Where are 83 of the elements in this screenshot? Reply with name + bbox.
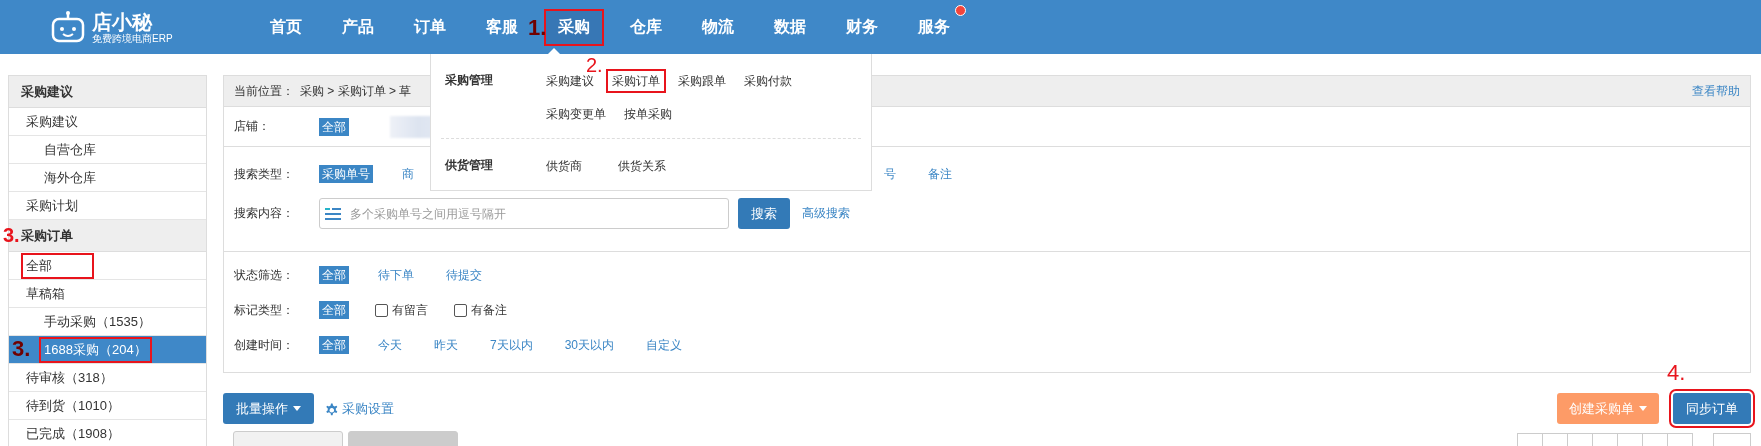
checkbox[interactable]: [375, 303, 388, 317]
sidebar-item-label: 采购建议: [25, 112, 79, 131]
sidebar-item-label: 待审核（318）: [25, 368, 114, 387]
settings-link[interactable]: 采购设置: [324, 399, 394, 418]
filter-option[interactable]: 30天以内: [561, 336, 618, 354]
annotation-number: 3.: [12, 339, 31, 359]
gear-icon: [324, 401, 338, 416]
sidebar-row[interactable]: 自营仓库: [9, 136, 206, 164]
sidebar-row[interactable]: 海外仓库: [9, 164, 206, 192]
nav-tab[interactable]: 数据: [760, 8, 820, 46]
nav-tab[interactable]: 首页: [256, 8, 316, 46]
sidebar-item-label: 海外仓库: [43, 168, 97, 187]
sidebar-item-label: 已完成（1908）: [25, 424, 121, 443]
menu-section-title: 采购管理: [445, 72, 494, 89]
logo-name: 店小秘: [92, 10, 154, 33]
caret-icon: [293, 406, 301, 411]
nav-tab[interactable]: 财务: [832, 8, 892, 46]
filter-label: 搜索内容：: [234, 205, 295, 222]
advanced-search-link[interactable]: 高级搜索: [802, 205, 850, 222]
annotation-number: 3.: [3, 225, 20, 245]
menu-item[interactable]: 供货关系: [612, 154, 672, 178]
nav-tab[interactable]: 订单: [400, 8, 460, 46]
filter-option[interactable]: 自定义: [643, 336, 686, 354]
sidebar-item-label: 采购计划: [25, 196, 79, 215]
sidebar-item-selected[interactable]: 3. 1688采购（204）: [9, 336, 206, 364]
menu-item[interactable]: 采购订单: [606, 69, 666, 93]
nav-tab[interactable]: 服务: [904, 8, 964, 46]
sidebar-group-title: 采购订单: [21, 226, 73, 245]
filter-label: 标记类型：: [234, 301, 295, 319]
menu-item[interactable]: 供货商: [540, 154, 588, 178]
filter-option[interactable]: 号: [881, 165, 899, 183]
checkbox-label: 有留言: [392, 301, 428, 319]
annotation-number: 4.: [1667, 363, 1686, 383]
sidebar-item-label: 手动采购（1535）: [43, 312, 152, 331]
filter-option[interactable]: 待提交: [443, 266, 485, 284]
sidebar-row[interactable]: 待到货（1010）: [9, 392, 206, 420]
breadcrumb-label: 当前位置：: [234, 83, 294, 98]
bulk-actions-button[interactable]: 批量操作: [223, 393, 314, 424]
checkbox[interactable]: [454, 303, 467, 317]
search-button[interactable]: 搜索: [738, 198, 790, 229]
menu-item[interactable]: 采购付款: [738, 69, 798, 93]
filter-option[interactable]: 商: [399, 165, 417, 183]
menu-item[interactable]: 按单采购: [618, 102, 678, 126]
search-field[interactable]: 多个采购单号之间用逗号隔开: [319, 198, 729, 229]
robot-logo-icon: [50, 10, 86, 44]
menu-item[interactable]: 采购变更单: [540, 102, 612, 126]
filter-option[interactable]: 待下单: [375, 266, 417, 284]
menu-section-title: 供货管理: [445, 157, 494, 174]
filter-option[interactable]: 全部: [319, 266, 349, 284]
filter-option[interactable]: 全部: [319, 301, 349, 319]
sidebar-row[interactable]: 已完成（1908）: [9, 420, 206, 446]
sidebar-item-label: 待到货（1010）: [25, 396, 121, 415]
filter-option[interactable]: 全部: [319, 336, 349, 354]
filter-label: 创建时间：: [234, 336, 295, 354]
filter-option[interactable]: 今天: [375, 336, 405, 354]
filter-label: 状态筛选：: [234, 266, 295, 284]
sidebar-row[interactable]: 采购建议: [9, 108, 206, 136]
filter-option[interactable]: 全部: [319, 117, 349, 136]
nav-tab[interactable]: 仓库: [616, 8, 676, 46]
sidebar-item-label: 全部: [21, 252, 94, 279]
filter-option[interactable]: 备注: [925, 165, 955, 183]
sidebar-row[interactable]: 待审核（318）: [9, 364, 206, 392]
sidebar-item-label: 1688采购（204）: [39, 336, 152, 363]
filter-option[interactable]: 昨天: [431, 336, 461, 354]
sidebar-item-label: 草稿箱: [25, 284, 66, 303]
menu-item[interactable]: 采购跟单: [672, 69, 732, 93]
help-link[interactable]: 查看帮助: [1692, 82, 1740, 100]
sidebar-item-label: 自营仓库: [43, 140, 97, 159]
filter-label: 搜索类型：: [234, 165, 295, 183]
filter-option[interactable]: 7天以内: [487, 336, 536, 354]
nav-tab[interactable]: 产品: [328, 8, 388, 46]
nav-tab[interactable]: 采购: [544, 8, 604, 46]
breadcrumb-path: 采购 > 采购订单 > 草: [300, 83, 412, 98]
filter-option[interactable]: 采购单号: [319, 165, 373, 183]
logo-tagline: 免费跨境电商ERP: [92, 32, 173, 44]
caret-icon: [1639, 406, 1647, 411]
checkbox-label: 有备注: [471, 301, 507, 319]
filter-label: 店铺：: [234, 118, 271, 135]
sidebar-group-title: 采购建议: [21, 82, 73, 101]
nav-tab[interactable]: 物流: [688, 8, 748, 46]
annotation-number: 2.: [586, 55, 603, 75]
sidebar-row[interactable]: 全部: [9, 252, 206, 280]
sidebar-row[interactable]: 草稿箱: [9, 280, 206, 308]
